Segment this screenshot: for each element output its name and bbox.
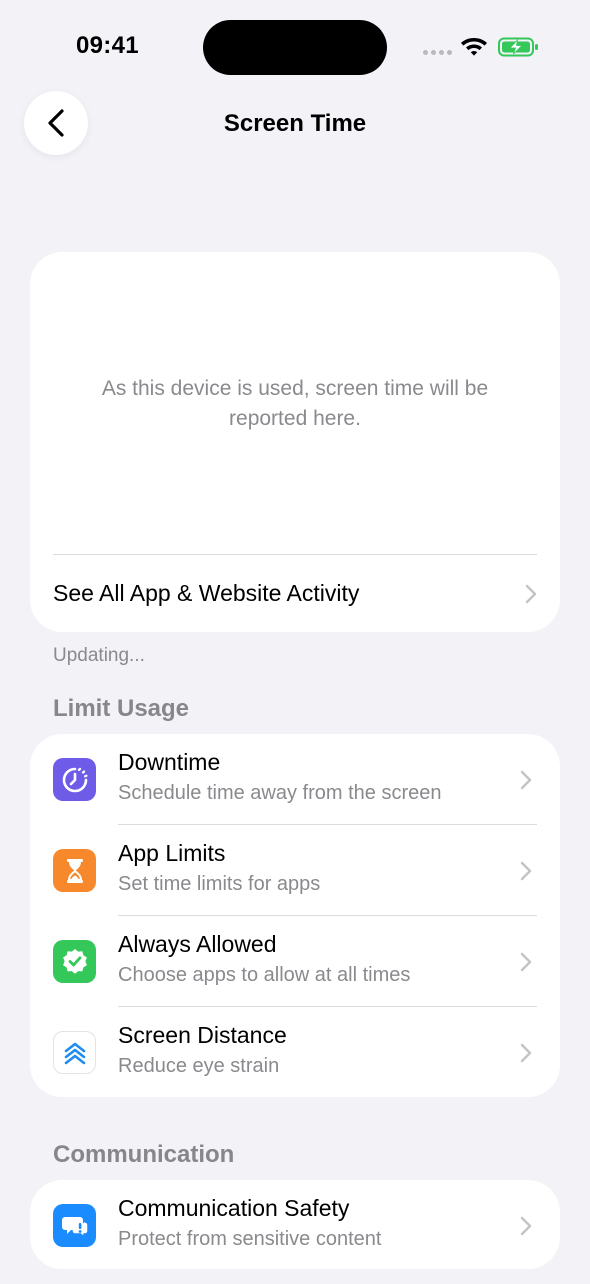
row-subtitle: Schedule time away from the screen bbox=[118, 782, 442, 804]
screen: 09:41 Screen Time As this device is used… bbox=[0, 0, 590, 1284]
see-all-activity-label: See All App & Website Activity bbox=[53, 580, 360, 606]
downtime-icon bbox=[53, 758, 96, 801]
limit-usage-header: Limit Usage bbox=[53, 695, 190, 722]
page-title: Screen Time bbox=[223, 110, 367, 137]
limit-usage-card: Downtime Schedule time away from the scr… bbox=[30, 734, 560, 1097]
cellular-signal-icon bbox=[423, 50, 452, 55]
screen-distance-row[interactable]: Screen Distance Reduce eye strain bbox=[30, 1007, 560, 1098]
app-limits-row[interactable]: App Limits Set time limits for apps bbox=[30, 825, 560, 916]
chevron-right-icon bbox=[520, 861, 532, 881]
chevron-right-icon bbox=[520, 1043, 532, 1063]
wifi-icon bbox=[461, 38, 487, 56]
row-subtitle: Reduce eye strain bbox=[118, 1055, 280, 1077]
communication-safety-icon bbox=[53, 1204, 96, 1247]
chevron-right-icon bbox=[520, 952, 532, 972]
communication-header: Communication bbox=[53, 1141, 235, 1168]
row-title: Communication Safety bbox=[118, 1195, 350, 1221]
chevron-right-icon bbox=[525, 584, 537, 603]
communication-safety-row[interactable]: Communication Safety Protect from sensit… bbox=[30, 1180, 560, 1269]
screen-time-report-card: As this device is used, screen time will… bbox=[30, 252, 560, 632]
row-title: Always Allowed bbox=[118, 931, 277, 957]
checkmark-seal-icon bbox=[53, 940, 96, 983]
hourglass-icon bbox=[53, 849, 96, 892]
row-subtitle: Choose apps to allow at all times bbox=[118, 964, 411, 986]
row-title: App Limits bbox=[118, 840, 226, 866]
row-subtitle: Protect from sensitive content bbox=[118, 1228, 382, 1250]
chevron-right-icon bbox=[520, 770, 532, 790]
communication-card: Communication Safety Protect from sensit… bbox=[30, 1180, 560, 1269]
see-all-activity-row[interactable]: See All App & Website Activity bbox=[53, 555, 537, 632]
chevron-right-icon bbox=[520, 1216, 532, 1236]
row-title: Downtime bbox=[118, 749, 221, 775]
battery-charging-icon bbox=[498, 37, 538, 57]
downtime-row[interactable]: Downtime Schedule time away from the scr… bbox=[30, 734, 560, 825]
status-time: 09:41 bbox=[76, 32, 139, 59]
dynamic-island bbox=[203, 20, 387, 75]
always-allowed-row[interactable]: Always Allowed Choose apps to allow at a… bbox=[30, 916, 560, 1007]
row-subtitle: Set time limits for apps bbox=[118, 873, 321, 895]
report-placeholder-message: As this device is used, screen time will… bbox=[101, 377, 489, 430]
screen-distance-icon bbox=[53, 1031, 96, 1074]
row-title: Screen Distance bbox=[118, 1022, 287, 1048]
updating-status: Updating... bbox=[53, 645, 145, 666]
